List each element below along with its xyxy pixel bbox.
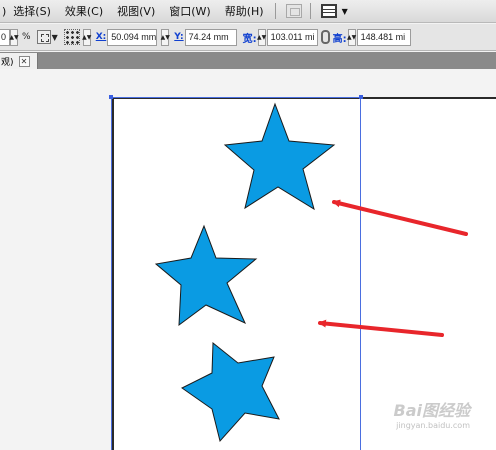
zoom-stepper[interactable]: ▲▼ [9, 28, 19, 46]
menu-effect[interactable]: 效果(C) [58, 3, 110, 19]
menu-bar: ) 选择(S) 效果(C) 视图(V) 窗口(W) 帮助(H) ▼ [0, 0, 496, 23]
watermark-logo: Bai图经验 [393, 401, 470, 420]
canvas[interactable]: Bai图经验 jingyan.baidu.com [0, 69, 496, 450]
watermark-url: jingyan.baidu.com [396, 421, 470, 430]
x-input[interactable]: 50.094 mm [107, 28, 158, 46]
y-stepper[interactable]: ▲▼ [161, 28, 170, 46]
chevron-down-icon[interactable]: ▼ [52, 33, 58, 42]
layout-icon[interactable] [320, 4, 337, 18]
document-tab-bar: 观) ✕ [0, 52, 496, 69]
artwork-layer [154, 102, 468, 443]
menu-view[interactable]: 视图(V) [110, 3, 162, 19]
star-shape[interactable] [223, 102, 336, 211]
star-shape[interactable] [181, 341, 280, 443]
tab-label: 观) [1, 57, 14, 68]
y-input[interactable]: 74.24 mm [184, 28, 237, 46]
document-tab[interactable]: 观) ✕ [0, 53, 38, 69]
x-label: X: [95, 32, 107, 42]
menu-separator [274, 3, 276, 19]
menu-window[interactable]: 窗口(W) [162, 3, 217, 19]
menu-separator [309, 3, 311, 19]
red-arrow [318, 319, 444, 337]
height-input[interactable]: 148.481 mi [356, 28, 411, 46]
red-arrow [332, 199, 468, 236]
bridge-icon[interactable] [285, 4, 302, 18]
transform-icon[interactable] [36, 30, 51, 44]
x-stepper[interactable]: ▲▼ [82, 28, 91, 46]
star-shape[interactable] [154, 224, 258, 327]
width-stepper[interactable]: ▲▼ [257, 28, 266, 46]
control-bar: 0 ▲▼ % ▼ ▲▼ X: 50.094 mm ▲▼ Y: 74.24 mm … [0, 24, 496, 51]
height-stepper[interactable]: ▲▼ [347, 28, 356, 46]
width-input[interactable]: 103.011 mi [266, 28, 318, 46]
height-label: 高: [332, 33, 347, 45]
y-label: Y: [174, 32, 184, 42]
chevron-down-icon[interactable]: ▼ [342, 7, 348, 16]
close-icon[interactable]: ✕ [18, 55, 30, 67]
constrain-proportions-icon[interactable] [320, 30, 330, 44]
watermark: Bai图经验 jingyan.baidu.com [394, 397, 470, 430]
width-label: 宽: [242, 33, 257, 45]
percent-label: % [22, 32, 31, 42]
menu-select[interactable]: 选择(S) [6, 3, 58, 19]
reference-point-icon[interactable] [63, 29, 80, 45]
menu-help[interactable]: 帮助(H) [218, 3, 271, 19]
